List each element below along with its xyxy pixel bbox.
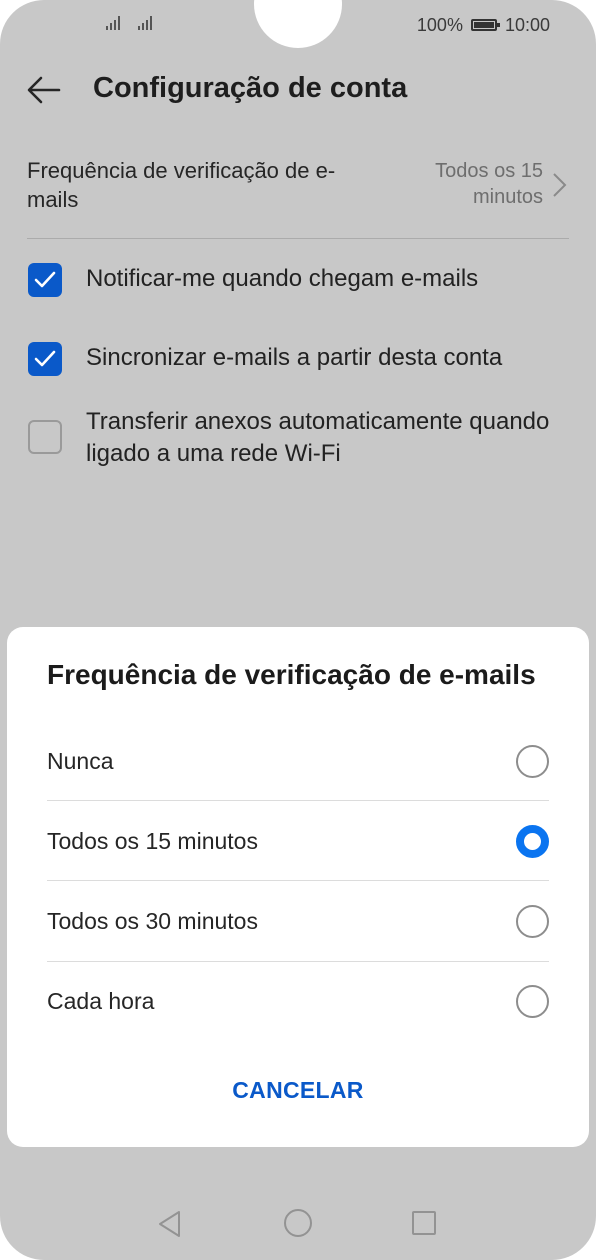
check-frequency-value: Todos os 15 minutos: [435, 160, 543, 208]
option-label: Todos os 30 minutos: [47, 908, 258, 934]
auto-download-attachments-row[interactable]: Transferir anexos automaticamente quando…: [28, 406, 568, 472]
notify-checkbox[interactable]: [28, 263, 62, 297]
radio-never[interactable]: [516, 745, 549, 778]
signal-strength-icon: [106, 14, 120, 30]
nav-back-icon[interactable]: [157, 1210, 183, 1238]
option-every-15-min[interactable]: Todos os 15 minutos: [47, 801, 549, 881]
cancel-button[interactable]: CANCELAR: [7, 1077, 589, 1104]
status-bar: 100% 10:00: [0, 0, 596, 52]
signal-strength-icon: [138, 14, 152, 30]
notify-new-mail-row[interactable]: Notificar-me quando chegam e-mails: [28, 262, 568, 298]
sync-label: Sincronizar e-mails a partir desta conta: [86, 344, 503, 371]
option-label: Nunca: [47, 748, 114, 774]
option-label: Todos os 15 minutos: [47, 828, 258, 854]
radio-every-15-min[interactable]: [516, 825, 549, 858]
sync-mail-row[interactable]: Sincronizar e-mails a partir desta conta: [28, 341, 568, 377]
checkmark-icon: [34, 350, 56, 367]
check-frequency-label: Frequência de verificação de e-mails: [27, 158, 336, 212]
navigation-bar: [0, 1190, 596, 1260]
dialog-title: Frequência de verificação de e-mails: [47, 659, 536, 690]
battery-percent: 100%: [416, 14, 463, 35]
option-every-30-min[interactable]: Todos os 30 minutos: [47, 881, 549, 961]
option-label: Cada hora: [47, 988, 155, 1014]
checkmark-icon: [34, 271, 56, 288]
check-frequency-setting[interactable]: Frequência de verificação de e-mails Tod…: [27, 152, 569, 238]
option-never[interactable]: Nunca: [47, 721, 549, 801]
nav-recents-icon[interactable]: [412, 1211, 436, 1235]
chevron-right-icon: [553, 173, 567, 197]
battery-icon: [470, 19, 500, 31]
check-frequency-dialog: Frequência de verificação de e-mails Nun…: [7, 627, 589, 1147]
status-right: 100% 10:00: [417, 14, 550, 36]
clock: 10:00: [504, 14, 550, 35]
phone-screen: 100% 10:00 Configuração de conta Frequên…: [0, 0, 596, 1260]
radio-every-hour[interactable]: [516, 985, 549, 1018]
sync-checkbox[interactable]: [28, 342, 62, 376]
camera-notch: [254, 0, 342, 48]
radio-every-30-min[interactable]: [516, 905, 549, 938]
app-bar: Configuração de conta: [0, 52, 596, 128]
auto-download-checkbox[interactable]: [28, 420, 62, 454]
divider: [27, 238, 569, 239]
notify-label: Notificar-me quando chegam e-mails: [86, 265, 479, 292]
auto-download-label: Transferir anexos automaticamente quando…: [86, 408, 550, 467]
nav-home-icon[interactable]: [284, 1209, 312, 1237]
page-title: Configuração de conta: [93, 72, 408, 104]
back-arrow-icon[interactable]: [26, 72, 62, 108]
option-every-hour[interactable]: Cada hora: [47, 961, 549, 1041]
